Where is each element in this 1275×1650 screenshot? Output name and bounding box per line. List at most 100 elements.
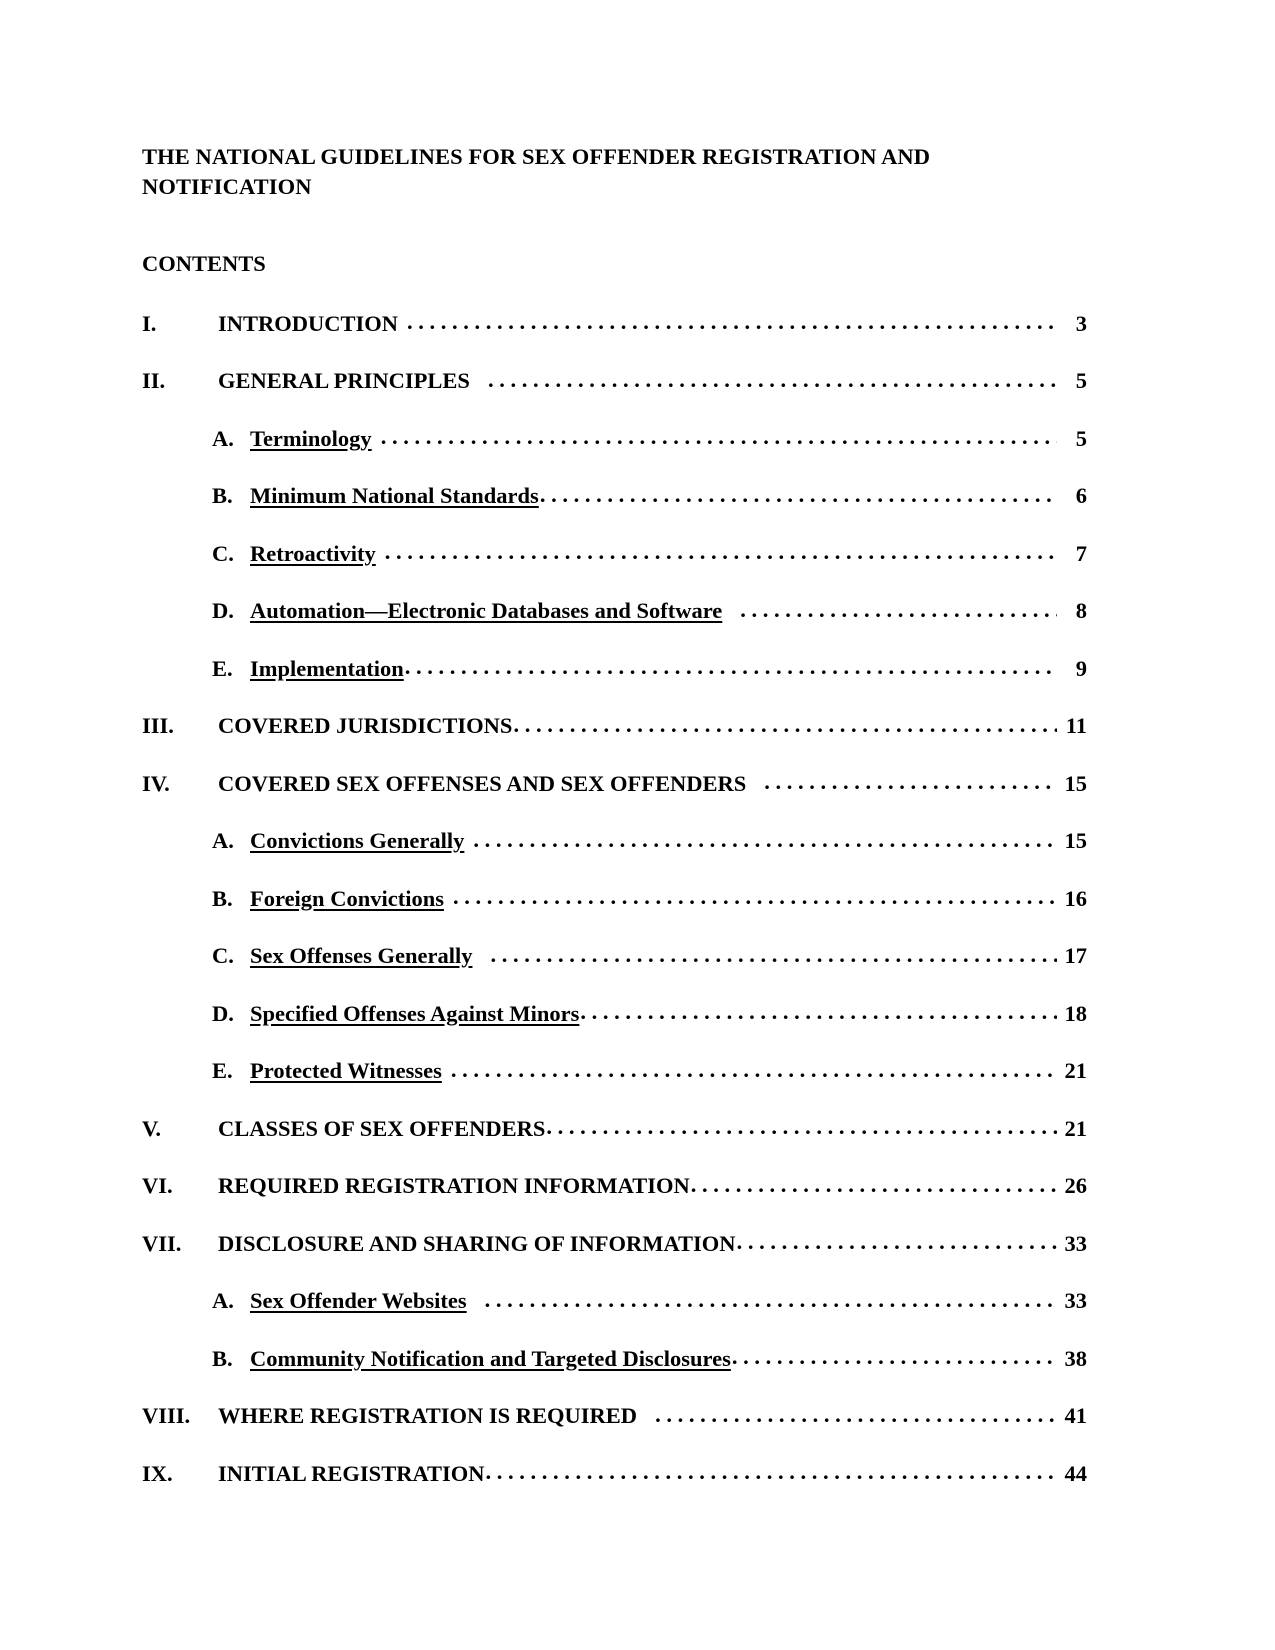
toc-entry-number: A. <box>212 828 234 853</box>
toc-entry-page-number: 33 <box>1064 1288 1088 1313</box>
toc-entry-number: VIII. <box>142 1403 191 1428</box>
toc-entry-label: Sex Offenses Generally <box>250 943 473 968</box>
toc-entry-number: D. <box>212 598 234 623</box>
toc-entry[interactable]: B. Minimum National Standards 6 <box>142 481 1087 511</box>
toc-entry-label: REQUIRED REGISTRATION INFORMATION <box>218 1173 690 1198</box>
toc-entry-label: INITIAL REGISTRATION <box>218 1460 485 1486</box>
toc-entry-label: Specified Offenses Against Minors <box>250 1000 580 1026</box>
toc-leader-dots <box>473 826 1057 849</box>
toc-leader-dots <box>732 1343 1057 1366</box>
toc-leader-dots <box>740 596 1057 619</box>
toc-entry-number: B. <box>212 483 233 508</box>
toc-leader-dots <box>405 653 1057 676</box>
toc-entry-page-number: 21 <box>1064 1115 1088 1141</box>
toc-entry[interactable]: III. COVERED JURISDICTIONS 11 <box>142 711 1087 741</box>
toc-entry-number: II. <box>142 368 166 393</box>
toc-entry-number: B. <box>212 1345 233 1371</box>
toc-entry-page-number: 3 <box>1075 310 1087 336</box>
toc-entry-label: COVERED JURISDICTIONS <box>218 713 513 738</box>
toc-entry-label: Foreign Convictions <box>250 885 444 911</box>
toc-entry-label: COVERED SEX OFFENSES AND SEX OFFENDERS <box>218 770 747 796</box>
toc-entry-label: Community Notification and Targeted Disc… <box>250 1345 731 1371</box>
toc-leader-dots <box>490 941 1057 964</box>
toc-entry[interactable]: C. Sex Offenses Generally 17 <box>142 941 1087 971</box>
toc-leader-dots <box>540 481 1057 504</box>
toc-entry-number: VII. <box>142 1230 182 1256</box>
toc-entry-number: VI. <box>142 1173 173 1198</box>
toc-entry-label: GENERAL PRINCIPLES <box>218 368 470 393</box>
toc-entry[interactable]: VIII. WHERE REGISTRATION IS REQUIRED 41 <box>142 1401 1087 1431</box>
toc-entry[interactable]: VI. REQUIRED REGISTRATION INFORMATION 26 <box>142 1171 1087 1201</box>
toc-entry-page-number: 16 <box>1064 885 1088 911</box>
toc-entry-label: CLASSES OF SEX OFFENDERS <box>218 1115 546 1141</box>
toc-entry[interactable]: IV. COVERED SEX OFFENSES AND SEX OFFENDER… <box>142 768 1087 798</box>
toc-entry-page-number: 26 <box>1064 1173 1088 1198</box>
toc-entry-number: B. <box>212 885 233 911</box>
toc-entry-page-number: 15 <box>1064 828 1088 853</box>
toc-entry-number: D. <box>212 1000 234 1026</box>
page-content: THE NATIONAL GUIDELINES FOR SEX OFFENDER… <box>142 142 1087 1516</box>
toc-entry[interactable]: D. Automation—Electronic Databases and So… <box>142 596 1087 626</box>
toc-entry[interactable]: A. Sex Offender Websites 33 <box>142 1286 1087 1316</box>
toc-entry-label: Protected Witnesses <box>250 1058 442 1083</box>
toc-entry-label: INTRODUCTION <box>218 310 399 336</box>
toc-entry[interactable]: B. Foreign Convictions 16 <box>142 883 1087 913</box>
toc-leader-dots <box>485 1286 1057 1309</box>
page-title: THE NATIONAL GUIDELINES FOR SEX OFFENDER… <box>142 144 931 199</box>
toc-entry[interactable]: B. Community Notification and Targeted Di… <box>142 1343 1087 1373</box>
toc-entry-number: III. <box>142 713 174 738</box>
toc-leader-dots <box>385 538 1057 561</box>
toc-leader-dots <box>737 1228 1057 1251</box>
toc-leader-dots <box>453 883 1057 906</box>
toc-entry-page-number: 44 <box>1064 1460 1088 1486</box>
toc-entry-page-number: 7 <box>1075 540 1087 566</box>
toc-entry[interactable]: D. Specified Offenses Against Minors 18 <box>142 998 1087 1028</box>
toc-leader-dots <box>451 1056 1057 1079</box>
toc-leader-dots <box>407 308 1057 331</box>
toc-entry-number: E. <box>212 1058 233 1083</box>
toc-entry-number: C. <box>212 540 234 566</box>
toc-entry-label: Minimum National Standards <box>250 483 539 508</box>
toc-leader-dots <box>764 768 1057 791</box>
toc-entry[interactable]: V. CLASSES OF SEX OFFENDERS 21 <box>142 1113 1087 1143</box>
toc-leader-dots <box>486 1458 1057 1481</box>
toc-entry-page-number: 5 <box>1075 368 1087 393</box>
toc-entry-number: IV. <box>142 770 170 796</box>
toc-entry-label: Convictions Generally <box>250 828 465 853</box>
toc-entry[interactable]: C. Retroactivity 7 <box>142 538 1087 568</box>
toc-entry-page-number: 41 <box>1064 1403 1088 1428</box>
toc-entry-page-number: 15 <box>1064 770 1088 796</box>
toc-entry-page-number: 6 <box>1075 483 1087 508</box>
toc-entry[interactable]: II. GENERAL PRINCIPLES 5 <box>142 366 1087 396</box>
toc-entry-page-number: 17 <box>1064 943 1088 968</box>
toc-entry-label: WHERE REGISTRATION IS REQUIRED <box>218 1403 638 1428</box>
toc-leader-dots <box>691 1171 1057 1194</box>
toc-entry-label: Implementation <box>250 655 404 681</box>
toc-entry-page-number: 5 <box>1075 425 1087 451</box>
toc-entry-number: C. <box>212 943 234 968</box>
toc-leader-dots <box>580 998 1057 1021</box>
toc-entry-number: IX. <box>142 1460 173 1486</box>
toc-entry[interactable]: VII. DISCLOSURE AND SHARING OF INFORMATIO… <box>142 1228 1087 1258</box>
toc-entry-page-number: 11 <box>1065 713 1087 738</box>
toc-entry-page-number: 8 <box>1075 598 1087 623</box>
toc-entry-number: I. <box>142 310 157 336</box>
toc-entry[interactable]: E. Implementation 9 <box>142 653 1087 683</box>
document-page: THE NATIONAL GUIDELINES FOR SEX OFFENDER… <box>0 0 1275 1650</box>
toc-entry-page-number: 21 <box>1064 1058 1088 1083</box>
toc-entry-label: DISCLOSURE AND SHARING OF INFORMATION <box>218 1230 736 1256</box>
toc-entry-label: Terminology <box>250 425 372 451</box>
toc-entry-number: E. <box>212 655 233 681</box>
toc-entry-page-number: 9 <box>1075 655 1087 681</box>
toc-entry[interactable]: A. Convictions Generally 15 <box>142 826 1087 856</box>
toc-entry-label: Sex Offender Websites <box>250 1288 467 1313</box>
toc-entry-page-number: 18 <box>1064 1000 1088 1026</box>
contents-heading: CONTENTS <box>142 251 266 276</box>
toc-entry[interactable]: IX. INITIAL REGISTRATION 44 <box>142 1458 1087 1488</box>
toc-leader-dots <box>655 1401 1057 1424</box>
toc-entry[interactable]: A. Terminology 5 <box>142 423 1087 453</box>
toc-entry[interactable]: I. INTRODUCTION 3 <box>142 308 1087 338</box>
toc-entry[interactable]: E. Protected Witnesses 21 <box>142 1056 1087 1086</box>
toc-entry-page-number: 33 <box>1064 1230 1088 1256</box>
table-of-contents: I. INTRODUCTION 3 II. GENERAL PRINCIPLES 5 A. T… <box>142 308 1087 1488</box>
